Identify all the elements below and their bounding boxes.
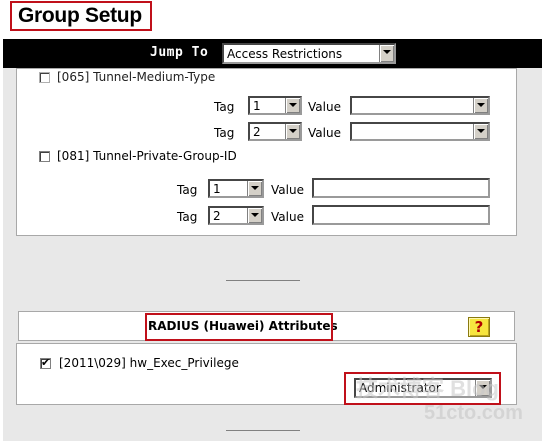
chevron-down-icon[interactable] [473, 98, 488, 113]
hw-exec-privilege-label: [2011\029] hw_Exec_Privilege [59, 356, 239, 370]
chevron-down-icon[interactable] [247, 181, 262, 196]
tunnel-medium-value-select-2[interactable] [350, 122, 490, 141]
jump-to-label: Jump To [150, 45, 209, 60]
tunnel-medium-type-label: [065] Tunnel-Medium-Type [57, 70, 216, 84]
value-label: Value [271, 183, 304, 197]
chevron-down-icon[interactable] [285, 98, 300, 113]
tag-value: 1 [213, 182, 221, 196]
chevron-down-icon[interactable] [379, 45, 394, 62]
chevron-down-icon[interactable] [285, 124, 300, 139]
value-label: Value [271, 210, 304, 224]
help-icon[interactable]: ? [468, 317, 490, 337]
tag-label: Tag [177, 183, 198, 197]
chevron-down-icon[interactable] [473, 124, 488, 139]
value-label: Value [308, 100, 341, 114]
tunnel-private-tag-select-2[interactable]: 2 [208, 206, 264, 225]
tunnel-medium-tag-select-1[interactable]: 1 [248, 96, 302, 115]
tunnel-private-value-input-2[interactable] [312, 205, 490, 225]
tunnel-private-group-label: [081] Tunnel-Private-Group-ID [57, 149, 237, 163]
tunnel-private-tag-select-1[interactable]: 1 [208, 179, 264, 198]
tag-label: Tag [214, 126, 235, 140]
hw-exec-privilege-checkbox[interactable] [40, 356, 51, 369]
value-label: Value [308, 126, 341, 140]
tag-value: 2 [213, 209, 221, 223]
tunnel-medium-tag-select-2[interactable]: 2 [248, 122, 302, 141]
section-divider [226, 280, 300, 281]
tag-label: Tag [177, 210, 198, 224]
page-title: Group Setup [10, 1, 152, 31]
jump-bar: Jump To Access Restrictions [3, 39, 542, 68]
watermark-line2: 技术博客 Blog [356, 376, 499, 401]
tag-value: 1 [253, 99, 261, 113]
watermark: 技术博客 Blog [356, 371, 499, 403]
watermark-line1: 51cto.com [424, 402, 523, 424]
tunnel-private-value-input-1[interactable] [312, 178, 490, 198]
tag-label: Tag [214, 100, 235, 114]
chevron-down-icon[interactable] [247, 208, 262, 223]
tunnel-medium-type-checkbox[interactable] [39, 72, 50, 83]
radius-title-highlight [145, 313, 333, 341]
jump-to-select[interactable]: Access Restrictions [222, 43, 396, 64]
tunnel-medium-value-select-1[interactable] [350, 96, 490, 115]
help-glyph: ? [474, 318, 484, 336]
tunnel-attributes-panel: [065] Tunnel-Medium-Type Tag 1 Value Tag… [16, 68, 517, 236]
tag-value: 2 [253, 125, 261, 139]
bottom-divider [226, 430, 300, 431]
tunnel-private-group-checkbox[interactable] [39, 151, 50, 162]
watermark-site: 51cto.com [424, 402, 523, 425]
jump-to-selected-value: Access Restrictions [227, 47, 343, 61]
